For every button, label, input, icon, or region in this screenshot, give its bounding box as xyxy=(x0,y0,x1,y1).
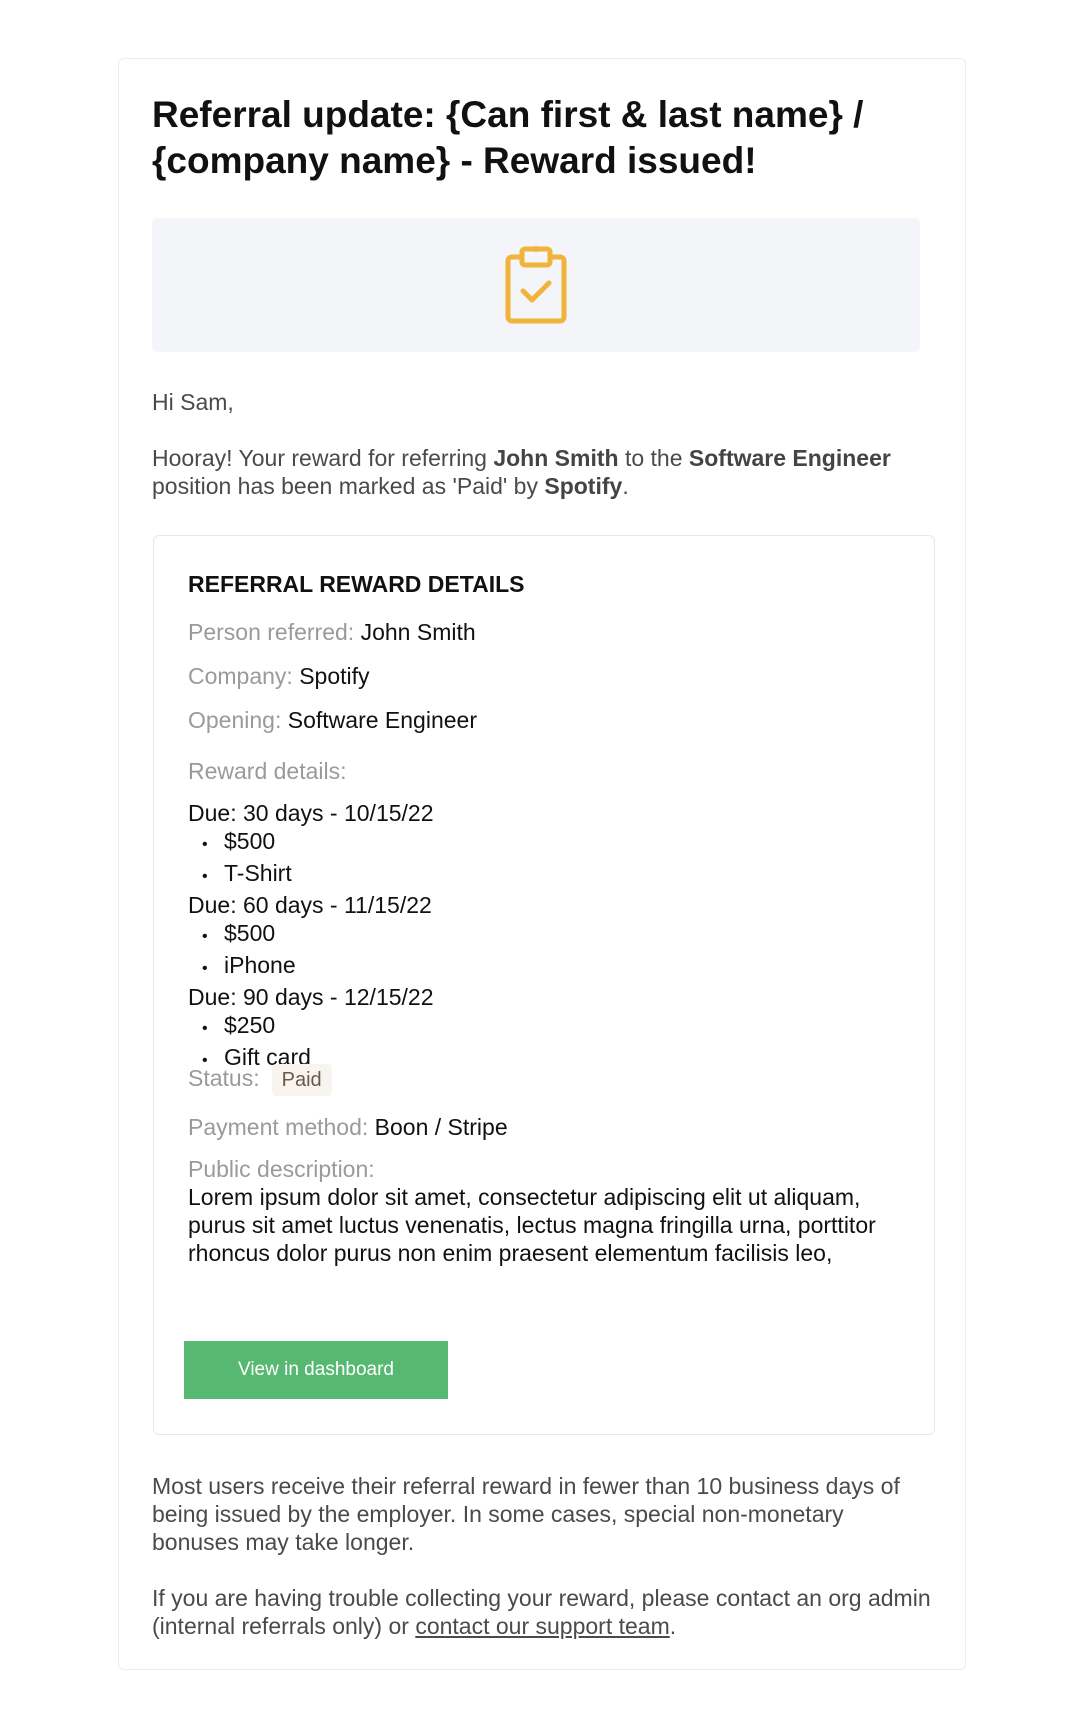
intro-text: Hooray! Your reward for referring John S… xyxy=(152,444,932,500)
intro-part: to the xyxy=(618,445,689,471)
opening-row: Opening: Software Engineer xyxy=(188,706,477,734)
reward-due: Due: 90 days - 12/15/22 xyxy=(188,984,434,1010)
opening-value: Software Engineer xyxy=(287,707,477,733)
company-row: Company: Spotify xyxy=(188,662,370,690)
intro-part: Hooray! Your reward for referring xyxy=(152,445,494,471)
company-value: Spotify xyxy=(299,663,370,689)
public-description-value: Lorem ipsum dolor sit amet, consectetur … xyxy=(188,1184,876,1266)
payment-method-row: Payment method: Boon / Stripe xyxy=(188,1113,508,1141)
position-name: Software Engineer xyxy=(688,445,891,471)
reward-item: • $500 xyxy=(188,827,434,859)
clipboard-check-icon xyxy=(504,245,568,325)
greeting: Hi Sam, xyxy=(152,389,234,415)
reward-item-text: iPhone xyxy=(224,952,296,978)
bullet-icon: • xyxy=(202,928,208,945)
person-referred-row: Person referred: John Smith xyxy=(188,618,476,646)
payment-method-label: Payment method: xyxy=(188,1114,369,1140)
hero-banner xyxy=(152,218,920,352)
referred-name: John Smith xyxy=(493,445,619,471)
intro-part: . xyxy=(622,473,629,499)
email-title: Referral update: {Can first & last name}… xyxy=(152,94,864,181)
payment-method-value: Boon / Stripe xyxy=(374,1114,508,1140)
reward-details-label: Reward details: xyxy=(188,758,347,784)
person-referred-value: John Smith xyxy=(360,619,476,645)
bullet-icon: • xyxy=(202,868,208,885)
view-dashboard-button[interactable]: View in dashboard xyxy=(184,1341,448,1399)
footer-help: If you are having trouble collecting you… xyxy=(152,1584,932,1640)
reward-item: • $250 xyxy=(188,1011,434,1043)
support-link[interactable]: contact our support team xyxy=(415,1613,669,1639)
reward-item-text: $500 xyxy=(224,920,276,946)
reward-item: • iPhone xyxy=(188,951,434,983)
bullet-icon: • xyxy=(202,960,208,977)
bullet-icon: • xyxy=(202,836,208,853)
footer-help-text: . xyxy=(669,1613,677,1639)
reward-list: Due: 30 days - 10/15/22 • $500 • T-Shirt D… xyxy=(188,799,434,1075)
reward-due: Due: 60 days - 11/15/22 xyxy=(188,892,432,918)
reward-due: Due: 30 days - 10/15/22 xyxy=(188,800,434,826)
status-badge: Paid xyxy=(271,1064,332,1096)
footer-note: Most users receive their referral reward… xyxy=(152,1473,900,1555)
public-description-label: Public description: xyxy=(188,1156,375,1182)
company-label: Company: xyxy=(188,663,293,689)
reward-item-text: $250 xyxy=(224,1012,276,1038)
opening-label: Opening: xyxy=(188,707,282,733)
reward-item-text: $500 xyxy=(224,828,276,854)
reward-item: • $500 xyxy=(188,919,434,951)
person-referred-label: Person referred: xyxy=(188,619,355,645)
intro-part: position has been marked as 'Paid' by xyxy=(152,473,545,499)
company-name: Spotify xyxy=(544,473,623,499)
status-label: Status: xyxy=(188,1065,260,1091)
public-description: Public description: Lorem ipsum dolor si… xyxy=(188,1155,908,1267)
bullet-icon: • xyxy=(202,1020,208,1037)
reward-details-label-row: Reward details: xyxy=(188,757,347,785)
reward-item-text: T-Shirt xyxy=(224,860,292,886)
status-row: Status: Paid xyxy=(188,1064,332,1096)
reward-item: • T-Shirt xyxy=(188,859,434,891)
details-heading: REFERRAL REWARD DETAILS xyxy=(188,571,525,597)
